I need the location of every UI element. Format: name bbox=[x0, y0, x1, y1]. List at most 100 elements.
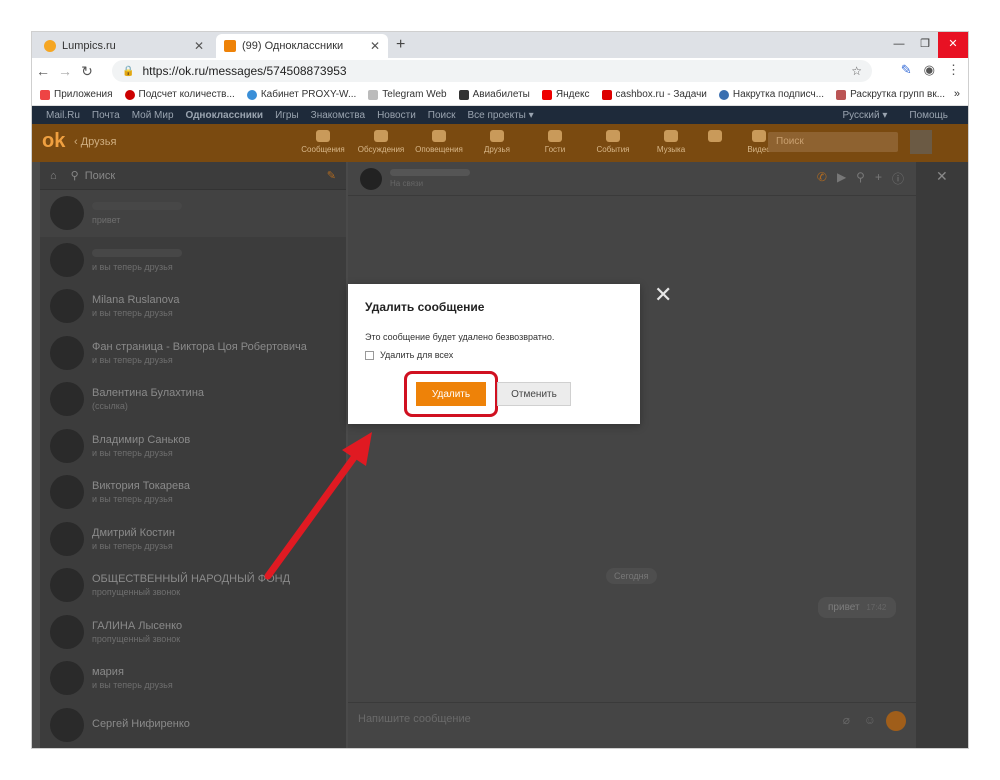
nav-notifications[interactable]: Оповещения bbox=[410, 128, 468, 154]
bookmark-item[interactable]: Яндекс bbox=[541, 89, 590, 100]
contact-item[interactable]: Виктория Токарева и вы теперь друзья bbox=[40, 469, 346, 516]
contact-item[interactable]: Сергей Нифиренко bbox=[40, 702, 346, 749]
bookmarks-more-icon[interactable]: » bbox=[954, 88, 960, 100]
search-icon[interactable]: ⚲ bbox=[856, 170, 865, 187]
nav-guests[interactable]: Гости bbox=[526, 128, 584, 154]
friends-link[interactable]: ‹ Друзья bbox=[74, 136, 116, 148]
attach-icon[interactable]: ⌀ bbox=[843, 713, 850, 727]
compose-icon[interactable]: ✎ bbox=[327, 169, 336, 182]
portal-link[interactable]: Поиск bbox=[428, 110, 456, 121]
send-icon[interactable] bbox=[886, 711, 906, 731]
portal-link[interactable]: Mail.Ru bbox=[46, 110, 80, 121]
chat-avatar[interactable] bbox=[360, 167, 382, 190]
portal-link[interactable]: Все проекты ▾ bbox=[468, 110, 534, 121]
contact-item[interactable]: мария и вы теперь друзья bbox=[40, 655, 346, 702]
portal-link[interactable]: Мой Мир bbox=[132, 110, 174, 121]
bookmark-item[interactable]: Раскрутка групп вк... bbox=[836, 89, 945, 100]
delete-for-all-checkbox[interactable]: Удалить для всех bbox=[365, 350, 453, 360]
forward-icon[interactable]: → bbox=[54, 63, 76, 79]
contact-last-message: и вы теперь друзья bbox=[92, 354, 173, 365]
music-note-icon bbox=[664, 130, 678, 142]
contact-item[interactable]: Milana Ruslanova и вы теперь друзья bbox=[40, 283, 346, 330]
url-field[interactable]: 🔒 https://ok.ru/messages/574508873953 ☆ bbox=[112, 60, 872, 82]
blurred-name bbox=[92, 248, 182, 257]
nav-player[interactable] bbox=[700, 128, 730, 154]
extension-icon[interactable]: ✎ bbox=[901, 62, 912, 78]
nav-friends[interactable]: Друзья bbox=[468, 128, 526, 154]
cancel-button[interactable]: Отменить bbox=[497, 382, 571, 406]
bookmark-star-icon[interactable]: ☆ bbox=[851, 64, 862, 78]
portal-link[interactable]: Новости bbox=[377, 110, 416, 121]
contact-name: Владимир Саньков bbox=[92, 433, 191, 446]
contact-item[interactable]: Валентина Булахтина (ссылка) bbox=[40, 376, 346, 423]
contact-item[interactable]: и вы теперь друзья bbox=[40, 237, 346, 284]
back-icon[interactable]: ← bbox=[32, 63, 54, 79]
bookmark-item[interactable]: Накрутка подписч... bbox=[718, 89, 824, 100]
tab-odnoklassniki[interactable]: (99) Одноклассники ✕ bbox=[216, 34, 388, 58]
chat-title: На связи bbox=[390, 169, 470, 188]
checkbox-label: Удалить для всех bbox=[380, 350, 454, 360]
bookmark-item[interactable]: Авиабилеты bbox=[458, 89, 530, 100]
language-select[interactable]: Русский ▾ bbox=[842, 110, 887, 121]
minimize-icon[interactable]: — bbox=[886, 32, 912, 58]
nav-events[interactable]: События bbox=[584, 128, 642, 154]
tab-close-icon[interactable]: ✕ bbox=[370, 39, 380, 53]
portal-link[interactable]: Игры bbox=[275, 110, 299, 121]
add-user-icon[interactable]: + bbox=[875, 170, 882, 187]
ok-logo-icon[interactable]: ok bbox=[42, 130, 65, 156]
message-bubble[interactable]: привет 17:42 bbox=[818, 597, 897, 618]
emoji-icon[interactable]: ☺ bbox=[864, 713, 876, 727]
conversation-search-input[interactable]: Поиск bbox=[85, 170, 115, 182]
nav-music[interactable]: Музыка bbox=[642, 128, 700, 154]
panel-close-icon[interactable]: ✕ bbox=[936, 168, 948, 185]
user-avatar[interactable] bbox=[910, 130, 932, 154]
avatar bbox=[50, 614, 84, 649]
delete-button[interactable]: Удалить bbox=[416, 382, 486, 406]
bookmark-item[interactable]: Кабинет PROXY-W... bbox=[246, 89, 356, 100]
nav-messages[interactable]: Сообщения bbox=[294, 128, 352, 154]
reload-icon[interactable]: ↻ bbox=[76, 63, 98, 80]
profile-avatar-icon[interactable]: ◉ bbox=[924, 62, 935, 78]
window-controls: — ❐ ✕ bbox=[886, 32, 968, 58]
new-tab-icon[interactable]: + bbox=[396, 36, 405, 54]
ok-nav: Сообщения Обсуждения Оповещения Друзья Г… bbox=[294, 128, 788, 154]
contact-text: ГАЛИНА Лысенко пропущенный звонок bbox=[92, 620, 182, 644]
tab-lumpics[interactable]: Lumpics.ru ✕ bbox=[36, 34, 212, 58]
message-input[interactable]: Напишите сообщение bbox=[358, 713, 471, 725]
date-separator: Сегодня bbox=[606, 568, 657, 584]
contact-item[interactable]: Владимир Саньков и вы теперь друзья bbox=[40, 423, 346, 470]
portal-bar: Mail.Ru Почта Мой Мир Одноклассники Игры… bbox=[32, 106, 968, 124]
nav-discussions[interactable]: Обсуждения bbox=[352, 128, 410, 154]
blurred-name bbox=[92, 202, 182, 211]
contact-item[interactable]: привет bbox=[40, 190, 346, 237]
conversation-list: ⌂ ⚲ Поиск ✎ привет и вы теперь друзья Mila… bbox=[40, 162, 353, 749]
dialog-close-icon[interactable]: ✕ bbox=[654, 282, 672, 308]
bookmark-item[interactable]: Подсчет количеств... bbox=[124, 89, 235, 100]
contact-name: ОБЩЕСТВЕННЫЙ НАРОДНЫЙ ФОНД bbox=[92, 573, 291, 586]
ok-search-input[interactable]: Поиск bbox=[768, 132, 898, 152]
portal-link[interactable]: Почта bbox=[92, 110, 120, 121]
contact-item[interactable]: ГАЛИНА Лысенко пропущенный звонок bbox=[40, 609, 346, 656]
checkbox-box[interactable] bbox=[365, 350, 374, 360]
contact-item[interactable]: Дмитрий Костин и вы теперь друзья bbox=[40, 516, 346, 563]
portal-link[interactable]: Одноклассники bbox=[186, 110, 264, 121]
phone-icon[interactable]: ✆ bbox=[817, 170, 827, 187]
contact-last-message: и вы теперь друзья bbox=[92, 540, 173, 551]
tab-close-icon[interactable]: ✕ bbox=[194, 39, 204, 53]
avatar bbox=[50, 196, 84, 231]
help-link[interactable]: Помощь bbox=[909, 110, 948, 121]
info-icon[interactable]: ⓘ bbox=[892, 170, 904, 187]
bookmark-apps[interactable]: Приложения bbox=[40, 89, 113, 100]
video-call-icon[interactable]: ▶ bbox=[837, 170, 846, 187]
home-icon[interactable]: ⌂ bbox=[50, 170, 57, 182]
menu-icon[interactable]: ⋮ bbox=[947, 62, 960, 78]
window-close-icon[interactable]: ✕ bbox=[938, 32, 968, 58]
envelope-icon bbox=[316, 130, 330, 142]
chat-header: На связи ✆ ▶ ⚲ + ⓘ bbox=[348, 162, 916, 196]
bookmark-item[interactable]: Telegram Web bbox=[368, 89, 447, 100]
contact-item[interactable]: Фан страница - Виктора Цоя Робертовича и … bbox=[40, 330, 346, 377]
contact-item[interactable]: ОБЩЕСТВЕННЫЙ НАРОДНЫЙ ФОНД пропущенный зв… bbox=[40, 562, 346, 609]
maximize-icon[interactable]: ❐ bbox=[912, 32, 938, 58]
bookmark-item[interactable]: cashbox.ru - Задачи bbox=[601, 89, 707, 100]
portal-link[interactable]: Знакомства bbox=[311, 110, 365, 121]
